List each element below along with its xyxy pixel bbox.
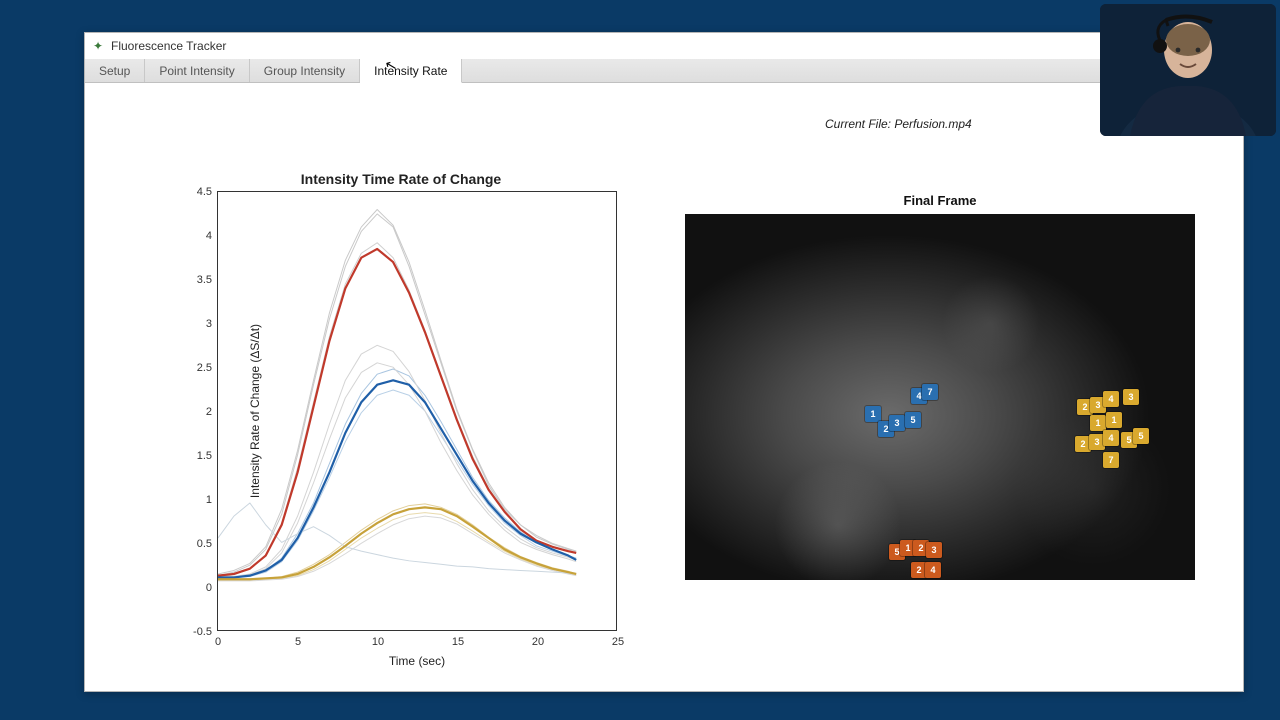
series-gray_hi_3: [218, 243, 576, 578]
y-tick: 1: [172, 494, 212, 506]
y-tick: 0: [172, 582, 212, 594]
roi-marker[interactable]: 5: [905, 412, 921, 428]
y-tick: 3.5: [172, 274, 212, 286]
roi-marker[interactable]: 1: [1090, 415, 1106, 431]
presenter-webcam: [1100, 4, 1276, 136]
x-tick: 0: [215, 636, 221, 648]
tab-group-intensity[interactable]: Group Intensity: [250, 59, 360, 82]
roi-marker[interactable]: 1: [1106, 412, 1122, 428]
series-lightblue_2: [218, 390, 576, 577]
y-tick: 2: [172, 406, 212, 418]
x-tick: 5: [295, 636, 301, 648]
frame-image[interactable]: 123457234311523457512324: [685, 214, 1195, 580]
y-tick: 4.5: [172, 186, 212, 198]
roi-marker[interactable]: 3: [1123, 389, 1139, 405]
tab-setup[interactable]: Setup: [85, 59, 145, 82]
roi-marker[interactable]: 1: [865, 406, 881, 422]
y-tick: -0.5: [172, 626, 212, 638]
y-tick: 0.5: [172, 538, 212, 550]
app-window: ✦ Fluorescence Tracker — Setup Point Int…: [84, 32, 1244, 692]
y-tick: 1.5: [172, 450, 212, 462]
chart-axes[interactable]: Intensity Rate of Change (ΔS/Δt) Time (s…: [217, 191, 617, 631]
window-title: Fluorescence Tracker: [111, 39, 1237, 53]
y-tick: 3: [172, 318, 212, 330]
roi-marker[interactable]: 3: [889, 415, 905, 431]
current-file-label: Current File: Perfusion.mp4: [825, 117, 972, 131]
tab-strip: Setup Point Intensity Group Intensity In…: [85, 59, 1243, 83]
chart-title: Intensity Time Rate of Change: [161, 171, 641, 187]
roi-marker[interactable]: 4: [925, 562, 941, 578]
content-area: Current File: Perfusion.mp4 Intensity Ti…: [85, 83, 1243, 691]
series-blue_mean: [218, 380, 576, 577]
y-tick: 2.5: [172, 362, 212, 374]
roi-marker[interactable]: 4: [1103, 430, 1119, 446]
chart-panel: Intensity Time Rate of Change Intensity …: [161, 171, 641, 671]
x-axis-label: Time (sec): [389, 654, 445, 668]
y-tick: 4: [172, 230, 212, 242]
app-icon: ✦: [91, 39, 105, 53]
tab-point-intensity[interactable]: Point Intensity: [145, 59, 249, 82]
roi-marker[interactable]: 4: [1103, 391, 1119, 407]
x-tick: 10: [372, 636, 384, 648]
x-tick: 15: [452, 636, 464, 648]
frame-panel: Final Frame 123457234311523457512324: [685, 193, 1195, 580]
frame-title: Final Frame: [685, 193, 1195, 208]
tab-intensity-rate[interactable]: Intensity Rate: [360, 59, 462, 83]
roi-marker[interactable]: 7: [922, 384, 938, 400]
roi-marker[interactable]: 7: [1103, 452, 1119, 468]
roi-marker[interactable]: 3: [926, 542, 942, 558]
x-tick: 25: [612, 636, 624, 648]
roi-marker[interactable]: 5: [1133, 428, 1149, 444]
current-file-name: Perfusion.mp4: [894, 117, 971, 131]
x-tick: 20: [532, 636, 544, 648]
titlebar: ✦ Fluorescence Tracker: [85, 33, 1243, 59]
current-file-prefix: Current File:: [825, 117, 894, 131]
